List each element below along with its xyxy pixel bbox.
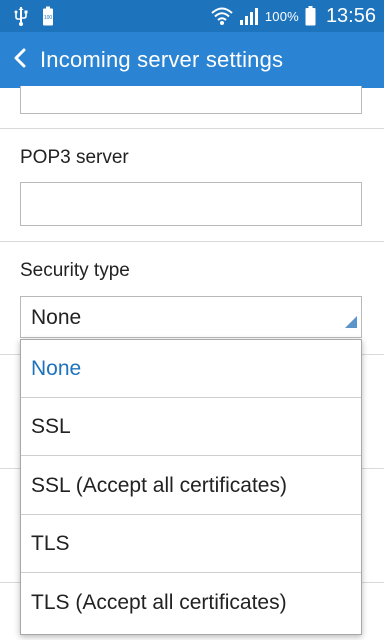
divider xyxy=(0,128,384,129)
security-type-dropdown: None SSL SSL (Accept all certificates) T… xyxy=(20,339,362,635)
security-type-value: None xyxy=(31,306,82,329)
notification-icons: 100 xyxy=(14,6,54,26)
dropdown-arrow-icon xyxy=(345,315,357,333)
back-button[interactable] xyxy=(2,32,38,88)
dropdown-option-ssl[interactable]: SSL xyxy=(21,398,361,456)
wifi-icon xyxy=(211,6,233,26)
svg-text:100: 100 xyxy=(44,15,53,21)
battery-small-icon: 100 xyxy=(42,6,54,26)
usb-icon xyxy=(14,6,28,26)
clock: 13:56 xyxy=(325,4,376,27)
battery-icon xyxy=(305,6,316,26)
system-icons: 100% 13:56 xyxy=(211,0,376,32)
app-bar: Incoming server settings xyxy=(0,32,384,88)
security-type-select[interactable]: None xyxy=(20,296,362,338)
pop3-server-input[interactable] xyxy=(20,182,362,226)
security-type-label: Security type xyxy=(20,260,130,281)
divider xyxy=(0,241,384,242)
pop3-server-label: POP3 server xyxy=(20,147,129,168)
dropdown-option-tls-accept-all[interactable]: TLS (Accept all certificates) xyxy=(21,574,361,632)
dropdown-option-ssl-accept-all[interactable]: SSL (Accept all certificates) xyxy=(21,457,361,515)
page-title: Incoming server settings xyxy=(40,47,284,72)
dropdown-option-none[interactable]: None xyxy=(21,340,361,398)
chevron-left-icon xyxy=(14,48,26,73)
signal-icon xyxy=(239,6,259,26)
settings-form: POP3 server Security type None None SSL … xyxy=(0,86,384,640)
status-bar: 100 100% 13:56 xyxy=(0,0,384,32)
battery-percentage: 100% xyxy=(264,8,299,24)
dropdown-option-tls[interactable]: TLS xyxy=(21,515,361,573)
previous-text-field[interactable] xyxy=(20,86,362,114)
